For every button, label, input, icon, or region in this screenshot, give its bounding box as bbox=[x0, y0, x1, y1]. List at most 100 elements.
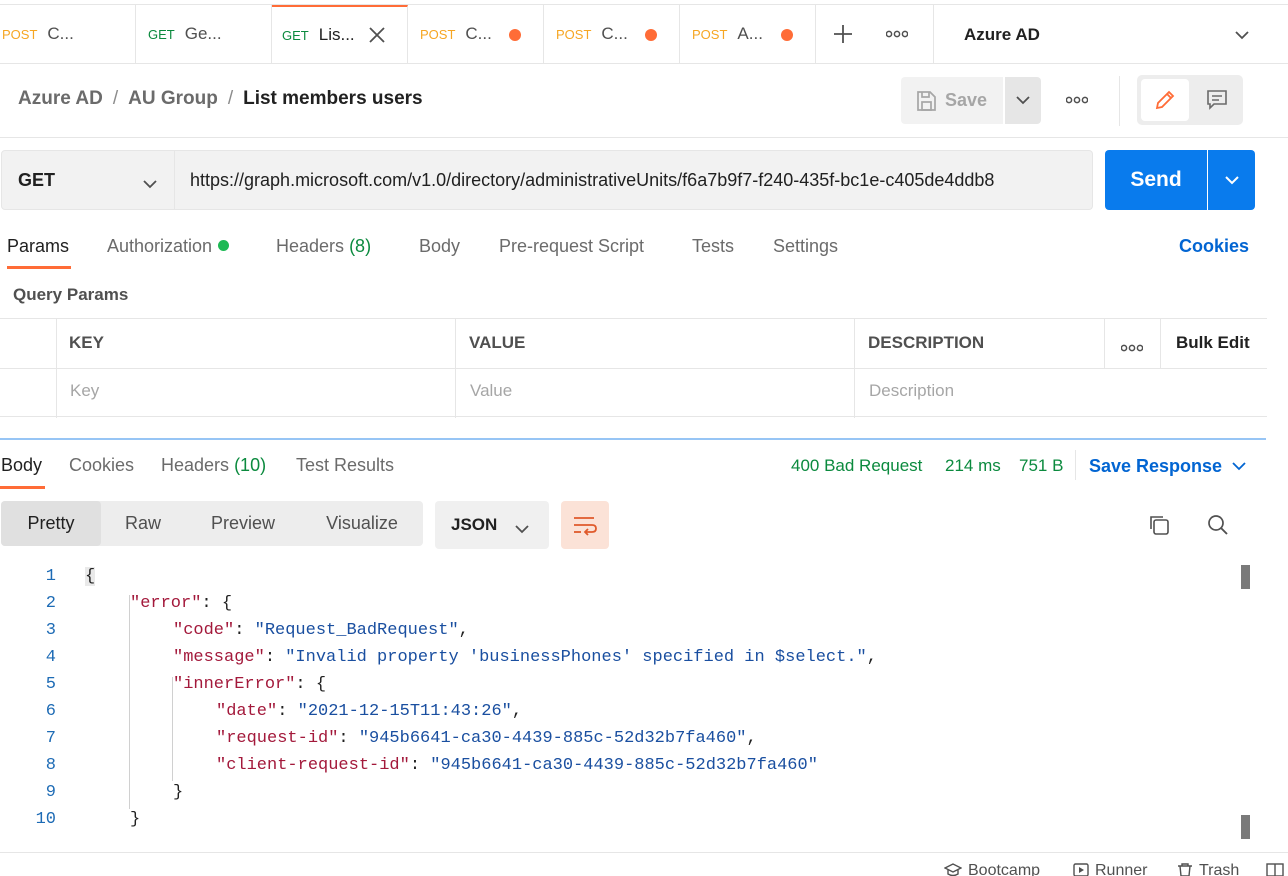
request-header: Azure AD / AU Group / List members users Sav… bbox=[0, 64, 1288, 138]
copy-icon[interactable] bbox=[1145, 511, 1173, 539]
request-name[interactable]: List members users bbox=[243, 88, 423, 109]
tab-settings[interactable]: Settings bbox=[773, 236, 838, 257]
response-tab-headers[interactable]: Headers (10) bbox=[161, 455, 266, 476]
bootcamp-button[interactable]: Bootcamp bbox=[943, 862, 1040, 876]
view-visualize-button[interactable]: Visualize bbox=[301, 501, 423, 546]
method-label: POST bbox=[2, 26, 38, 42]
send-button[interactable]: Send bbox=[1105, 150, 1207, 210]
request-tab[interactable]: POST C... bbox=[544, 5, 680, 63]
code-line: "code": "Request_BadRequest", bbox=[173, 621, 469, 640]
request-more-button[interactable] bbox=[1057, 88, 1097, 112]
tab-prerequest-script[interactable]: Pre-request Script bbox=[499, 236, 644, 257]
request-tab[interactable]: POST C... bbox=[0, 5, 136, 63]
json-value: "2021-12-15T11:43:26" bbox=[297, 702, 512, 721]
comment-icon bbox=[1207, 90, 1227, 110]
pane-resize-handle[interactable] bbox=[0, 438, 1266, 440]
comments-button[interactable] bbox=[1193, 79, 1241, 121]
divider bbox=[1075, 450, 1076, 480]
divider bbox=[56, 319, 57, 418]
description-input[interactable]: Description bbox=[869, 381, 954, 401]
close-icon[interactable] bbox=[367, 25, 387, 45]
json-key: "message" bbox=[173, 648, 265, 667]
json-punct: : { bbox=[295, 675, 327, 694]
response-time[interactable]: 214 ms bbox=[945, 456, 1001, 476]
http-method-select[interactable]: GET bbox=[1, 150, 175, 210]
divider bbox=[1160, 319, 1161, 368]
json-key: "error" bbox=[130, 594, 202, 613]
tab-label: Headers bbox=[276, 236, 345, 256]
scrollbar-thumb[interactable] bbox=[1241, 815, 1250, 839]
query-params-table: KEY VALUE DESCRIPTION Bulk Edit Key Valu… bbox=[0, 318, 1267, 418]
json-value: "Invalid property 'businessPhones' speci… bbox=[285, 648, 867, 667]
response-body-editor[interactable]: 1 2 3 4 5 6 7 8 9 10 { "error": { "code"… bbox=[0, 565, 1254, 845]
tab-authorization[interactable]: Authorization bbox=[107, 236, 230, 257]
tab-title: C... bbox=[601, 24, 628, 43]
json-key: "client-request-id" bbox=[216, 756, 410, 775]
value-input[interactable]: Value bbox=[470, 381, 512, 401]
column-header-description: DESCRIPTION bbox=[868, 333, 985, 352]
trash-button[interactable]: Trash bbox=[1177, 862, 1239, 876]
cookies-link[interactable]: Cookies bbox=[1179, 236, 1249, 257]
key-input[interactable]: Key bbox=[70, 381, 99, 401]
status-code[interactable]: 400 Bad Request bbox=[791, 456, 922, 476]
format-value: JSON bbox=[451, 515, 498, 534]
unsaved-dot-icon bbox=[645, 29, 657, 41]
request-tab[interactable]: POST A... bbox=[680, 5, 816, 63]
more-icon bbox=[1066, 96, 1088, 104]
scrollbar-thumb[interactable] bbox=[1241, 565, 1250, 589]
wrap-lines-button[interactable] bbox=[561, 501, 609, 549]
tab-headers[interactable]: Headers (8) bbox=[276, 236, 371, 257]
code-line: "date": "2021-12-15T11:43:26", bbox=[216, 702, 523, 721]
code-line: "innerError": { bbox=[173, 675, 326, 694]
bulk-edit-button[interactable]: Bulk Edit bbox=[1176, 333, 1250, 353]
code-line: "client-request-id": "945b6641-ca30-4439… bbox=[216, 756, 818, 775]
runner-button[interactable]: Runner bbox=[1073, 862, 1147, 876]
tab-options-button[interactable] bbox=[870, 5, 924, 63]
send-options-button[interactable] bbox=[1208, 150, 1255, 210]
layout-toggle-button[interactable] bbox=[1266, 862, 1288, 876]
line-number: 8 bbox=[45, 756, 56, 775]
divider bbox=[455, 319, 456, 418]
tab-label: Authorization bbox=[107, 236, 213, 256]
two-pane-icon bbox=[1266, 863, 1284, 876]
url-input[interactable]: https://graph.microsoft.com/v1.0/directo… bbox=[175, 150, 1093, 210]
chevron-down-icon bbox=[1234, 25, 1250, 45]
save-response-button[interactable]: Save Response bbox=[1089, 455, 1246, 477]
format-select[interactable]: JSON bbox=[435, 501, 549, 549]
view-preview-button[interactable]: Preview bbox=[185, 501, 301, 546]
tab-title: C... bbox=[47, 24, 74, 43]
tab-body[interactable]: Body bbox=[419, 236, 460, 257]
runner-icon bbox=[1073, 863, 1089, 876]
save-options-button[interactable] bbox=[1005, 77, 1041, 124]
response-tab-test-results[interactable]: Test Results bbox=[296, 455, 394, 476]
breadcrumb-folder[interactable]: AU Group bbox=[128, 88, 218, 109]
column-options-button[interactable] bbox=[1120, 339, 1144, 357]
divider bbox=[1104, 319, 1105, 368]
edit-mode-button[interactable] bbox=[1141, 79, 1189, 121]
chevron-down-icon bbox=[1016, 96, 1030, 105]
new-tab-button[interactable] bbox=[816, 5, 870, 63]
save-button[interactable]: Save bbox=[901, 77, 1003, 124]
divider bbox=[1119, 76, 1120, 126]
response-tab-body[interactable]: Body bbox=[1, 455, 42, 476]
chevron-down-icon bbox=[142, 173, 158, 194]
json-key: "request-id" bbox=[216, 729, 339, 748]
breadcrumb-collection[interactable]: Azure AD bbox=[18, 88, 103, 109]
http-method-value: GET bbox=[18, 169, 56, 190]
search-icon[interactable] bbox=[1204, 511, 1232, 539]
request-tab[interactable]: GET Ge... bbox=[136, 5, 272, 63]
request-tab[interactable]: POST C... bbox=[408, 5, 544, 63]
tab-tests[interactable]: Tests bbox=[692, 236, 734, 257]
request-tab-active[interactable]: GET Lis... bbox=[272, 5, 408, 63]
json-key: "code" bbox=[173, 621, 235, 640]
view-raw-button[interactable]: Raw bbox=[101, 501, 185, 546]
divider bbox=[854, 319, 855, 418]
view-pretty-button[interactable]: Pretty bbox=[1, 501, 101, 546]
method-label: GET bbox=[282, 27, 309, 43]
environment-name: Azure AD bbox=[964, 24, 1040, 44]
response-size[interactable]: 751 B bbox=[1019, 456, 1063, 476]
tab-params[interactable]: Params bbox=[7, 236, 69, 257]
environment-selector[interactable]: Azure AD bbox=[933, 5, 1288, 64]
tab-title: A... bbox=[737, 24, 763, 43]
response-tab-cookies[interactable]: Cookies bbox=[69, 455, 134, 476]
